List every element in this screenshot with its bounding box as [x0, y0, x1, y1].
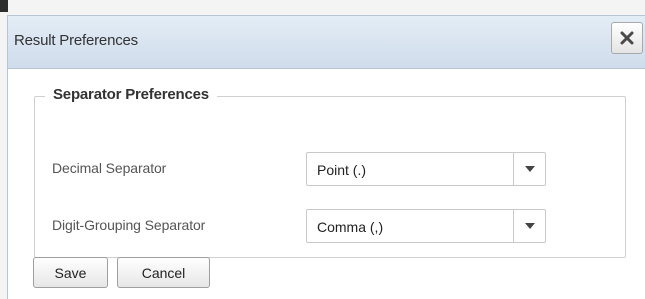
dialog-title: Result Preferences — [14, 32, 138, 49]
close-button[interactable] — [611, 22, 643, 54]
decimal-separator-label: Decimal Separator — [52, 160, 167, 176]
digit-grouping-separator-label: Digit-Grouping Separator — [52, 217, 206, 233]
caret-down-icon — [524, 166, 535, 172]
digit-grouping-separator-dropdown-button[interactable] — [513, 210, 545, 242]
separator-preferences-legend: Separator Preferences — [45, 86, 217, 103]
result-preferences-dialog: Result Preferences Separator Preferences… — [7, 15, 645, 299]
background-window-edge — [0, 0, 8, 12]
decimal-separator-value: Point (.) — [317, 162, 367, 178]
digit-grouping-separator-select[interactable]: Comma (,) — [306, 209, 546, 243]
close-icon — [620, 31, 634, 45]
separator-preferences-group: Separator Preferences Decimal Separator … — [34, 86, 626, 258]
decimal-separator-select[interactable]: Point (.) — [306, 152, 546, 186]
dialog-titlebar: Result Preferences — [8, 16, 645, 69]
decimal-separator-dropdown-button[interactable] — [513, 153, 545, 185]
caret-down-icon — [524, 223, 535, 229]
save-button[interactable]: Save — [33, 257, 108, 288]
cancel-button[interactable]: Cancel — [117, 257, 210, 288]
digit-grouping-separator-value: Comma (,) — [317, 219, 384, 235]
